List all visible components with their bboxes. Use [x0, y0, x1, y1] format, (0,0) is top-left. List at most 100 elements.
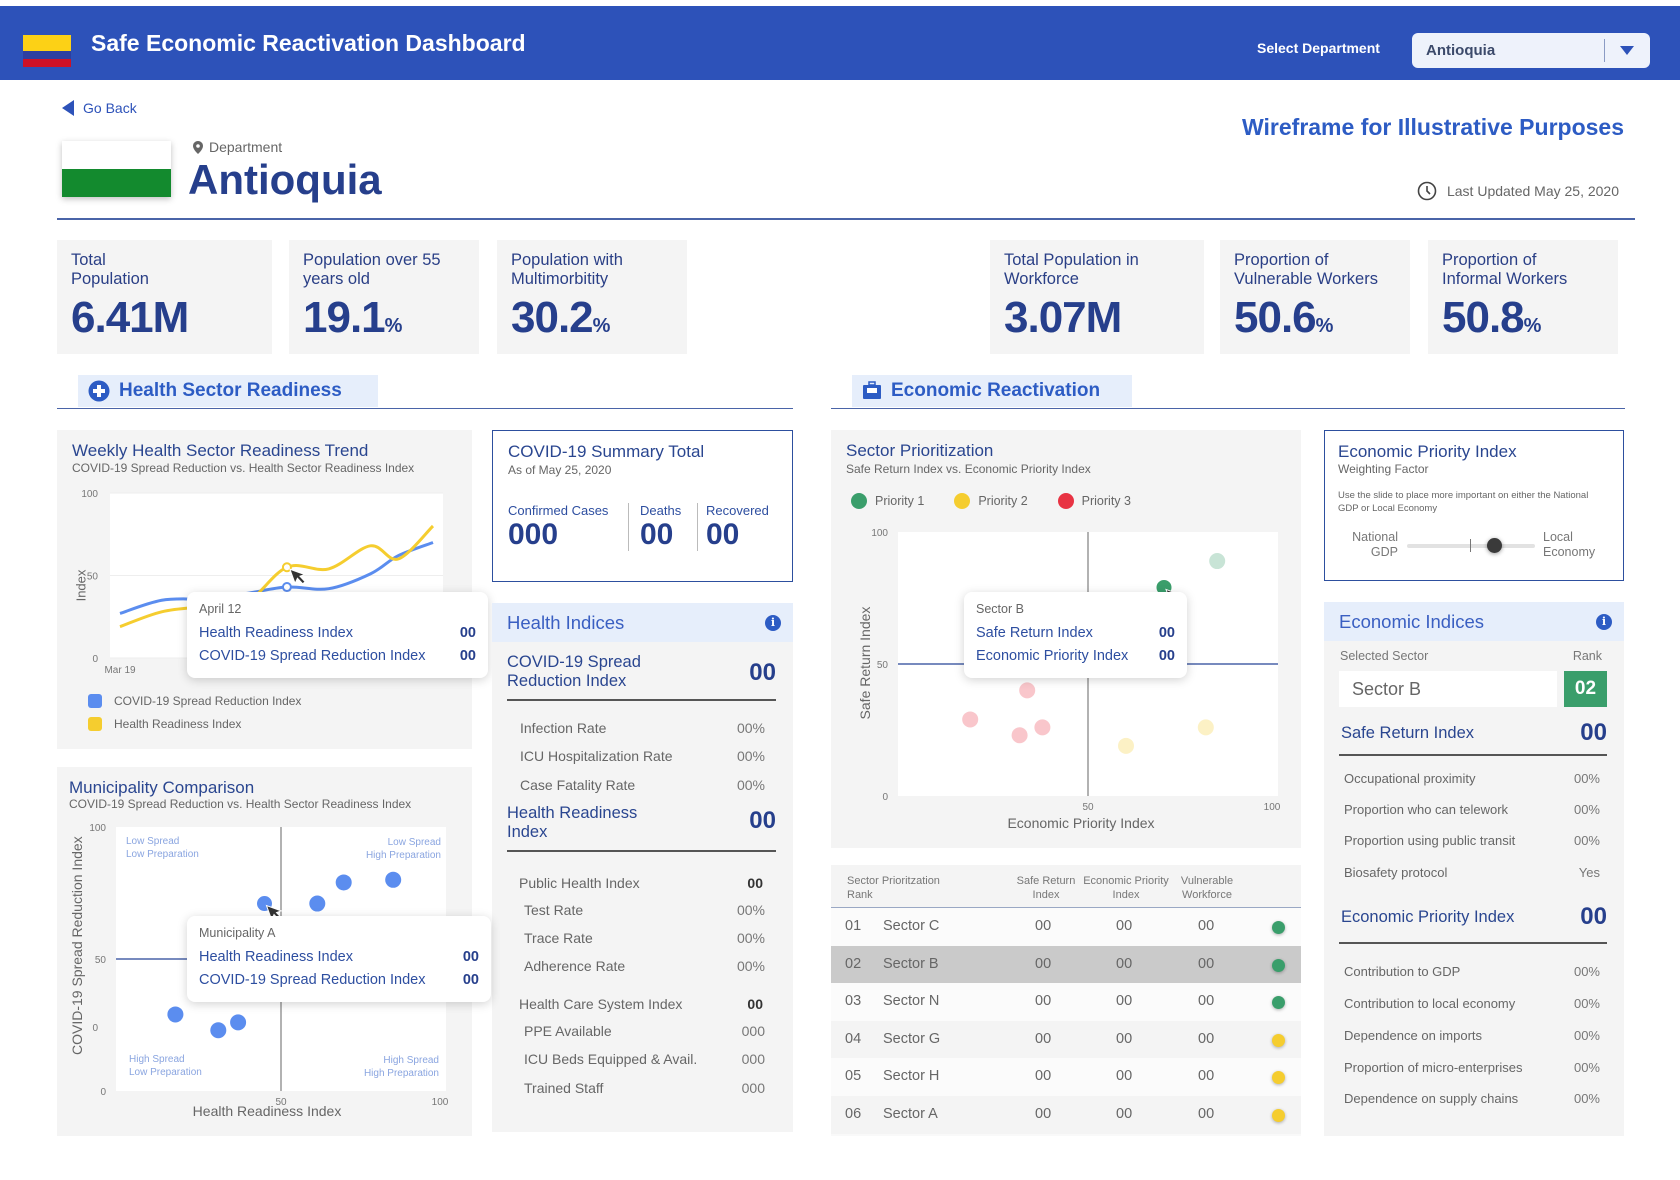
vulnerable-workforce-cell: 00 — [1198, 993, 1215, 1009]
metric-label: Adherence Rate — [524, 958, 626, 974]
table-row[interactable]: 05 Sector H 00 00 00 — [831, 1058, 1301, 1096]
colombia-flag-icon — [23, 35, 71, 67]
table-row[interactable]: 03 Sector N 00 00 00 — [831, 983, 1301, 1021]
kpi-vulnerable-workers: Proportion of Vulnerable Workers 50.6% — [1220, 240, 1410, 354]
safe-return-cell: 00 — [1035, 918, 1052, 934]
data-point[interactable] — [309, 895, 326, 912]
header-divider — [57, 218, 1635, 220]
section-economic-reactivation: Economic Reactivation — [852, 375, 1132, 407]
column-header-safe-return: Safe Return Index — [1016, 875, 1076, 901]
table-row[interactable]: 02 Sector B 00 00 00 — [831, 945, 1301, 984]
safe-return-cell: 00 — [1035, 1068, 1052, 1084]
data-point[interactable] — [962, 711, 979, 728]
data-point[interactable] — [1118, 737, 1134, 754]
slider-handle[interactable] — [1487, 538, 1503, 553]
tick-label: Mar 19 — [104, 665, 136, 676]
highlight-point[interactable] — [281, 582, 292, 593]
metric-value: 00% — [1573, 833, 1600, 848]
go-back-label: Go Back — [83, 100, 137, 116]
metric-label: Test Rate — [524, 902, 584, 918]
kpi-label: Proportion of Informal Workers — [1442, 251, 1568, 288]
last-updated: Last Updated May 25, 2020 — [1417, 181, 1619, 201]
briefcase-icon — [863, 381, 881, 399]
data-point[interactable] — [1034, 719, 1051, 736]
location-pin-icon — [193, 140, 203, 154]
panel-title: Municipality Comparison — [69, 778, 255, 797]
sector-prioritization-panel: Sector Prioritization Safe Return Index … — [831, 430, 1301, 848]
table-row[interactable]: 06 Sector A 00 00 00 — [831, 1095, 1301, 1134]
weighting-slider[interactable] — [1407, 538, 1535, 553]
kpi-value: 19.1% — [303, 293, 403, 342]
data-point[interactable] — [167, 1006, 184, 1023]
kpi-label: Population with Multimorbitity — [511, 251, 623, 288]
legend-item-health: Health Readiness Index — [88, 717, 241, 731]
section-title: Economic Reactivation — [891, 380, 1101, 401]
slider-right-label: Local Economy — [1543, 530, 1596, 559]
kpi-label: Total Population — [71, 251, 149, 288]
data-point[interactable] — [1011, 727, 1028, 744]
sector-cell: Sector A — [883, 1105, 938, 1122]
tick-label: 100 — [81, 489, 98, 500]
panel-subtitle: COVID-19 Spread Reduction vs. Health Sec… — [69, 797, 412, 811]
metric-label: Contribution to local economy — [1344, 996, 1516, 1011]
metric-label: Dependence on supply chains — [1344, 1091, 1519, 1106]
metric-value: 00% — [1573, 771, 1600, 786]
metric-label: Trained Staff — [524, 1080, 604, 1096]
medical-cross-icon — [88, 380, 110, 402]
safe-return-cell: 00 — [1035, 955, 1052, 972]
department-select-value: Antioquia — [1426, 42, 1496, 59]
data-point[interactable] — [230, 1014, 247, 1031]
info-icon[interactable]: i — [1596, 614, 1612, 630]
data-point[interactable] — [385, 871, 402, 888]
table-row[interactable]: 01 Sector C 00 00 00 — [831, 908, 1301, 946]
selected-sector-field[interactable]: Sector B — [1339, 671, 1557, 707]
kpi-value: 6.41M — [71, 293, 189, 342]
metric-label: Proportion who can telework — [1344, 802, 1509, 817]
slider-center-tick — [1470, 539, 1471, 552]
kpi-informal-workers: Proportion of Informal Workers 50.8% — [1428, 240, 1618, 354]
go-back-link[interactable]: Go Back — [62, 100, 137, 116]
kpi-label: Proportion of Vulnerable Workers — [1234, 251, 1378, 288]
panel-subtitle: Weighting Factor — [1338, 462, 1429, 476]
column-header-rank: Sector Prioritzation Rank — [847, 875, 940, 901]
weekly-trend-tooltip: April 12 Health Readiness Index 00 COVID-… — [187, 592, 488, 678]
chevron-down-icon[interactable] — [1620, 46, 1634, 55]
data-point[interactable] — [335, 874, 352, 891]
kpi-value: 50.8% — [1442, 293, 1542, 342]
quadrant-label-tl: Low Spread Low Preparation — [126, 836, 199, 860]
data-point[interactable] — [210, 1022, 227, 1039]
metric-value: Yes — [1578, 865, 1600, 880]
data-point[interactable] — [256, 895, 273, 913]
data-point[interactable] — [1197, 719, 1214, 736]
panel-header: Economic Indices i — [1324, 602, 1624, 641]
stat-deaths: Deaths 00 — [640, 503, 682, 551]
tooltip-row: Economic Priority Index 00 — [976, 648, 1175, 664]
metric-label: Biosafety protocol — [1344, 865, 1448, 880]
data-point[interactable] — [1019, 682, 1036, 699]
department-select[interactable]: Antioquia — [1412, 33, 1650, 68]
wireframe-note: Wireframe for Illustrative Purposes — [1242, 114, 1624, 140]
table-row[interactable]: 04 Sector G 00 00 00 — [831, 1020, 1301, 1059]
metric-value: 00% — [1573, 996, 1600, 1011]
x-origin-label: 0 — [92, 1023, 98, 1034]
app-title: Safe Economic Reactivation Dashboard — [91, 30, 526, 56]
column-header-vulnerable-workforce: Vulnerable Workforce — [1180, 875, 1234, 901]
metric-value: 00% — [736, 958, 765, 974]
metric-value: 00% — [1573, 802, 1600, 817]
sector-cell: Sector B — [883, 955, 939, 972]
data-point[interactable] — [1209, 553, 1226, 570]
municipality-tooltip: Municipality A Health Readiness Index 00 … — [187, 916, 491, 1002]
y-tick-label: 50 — [877, 660, 889, 671]
sector-cell: Sector G — [883, 1030, 941, 1047]
y-tick-label: 0 — [100, 1087, 106, 1098]
column-header-economic-priority: Economic Priority Index — [1083, 875, 1169, 901]
safe-return-cell: 00 — [1035, 993, 1052, 1009]
panel-title: Economic Indices — [1339, 611, 1484, 632]
department-label-text: Department — [209, 139, 283, 155]
weekly-trend-panel: Weekly Health Sector Readiness Trend COV… — [57, 430, 472, 749]
sector-cell: Sector C — [883, 918, 940, 934]
tooltip-row: COVID-19 Spread Reduction Index 00 — [199, 972, 479, 988]
stat-confirmed: Confirmed Cases 000 — [508, 503, 609, 551]
x-tick-label: 50 — [1082, 802, 1094, 813]
info-icon[interactable]: i — [765, 615, 781, 631]
